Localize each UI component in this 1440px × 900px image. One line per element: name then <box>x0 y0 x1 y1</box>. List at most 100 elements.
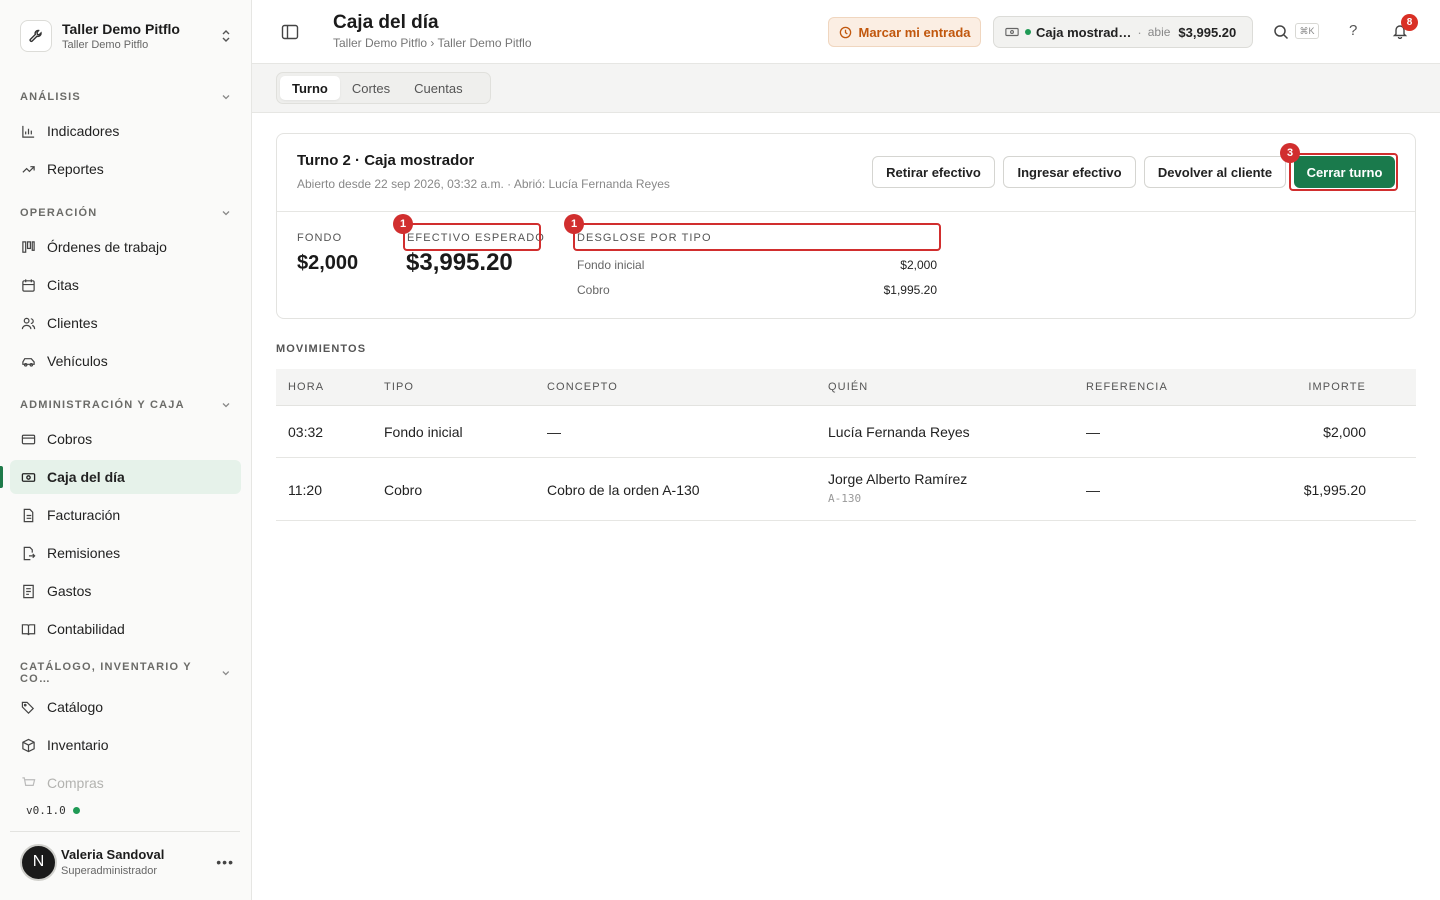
movements-table: HORA TIPO CONCEPTO QUIÉN REFERENCIA IMPO… <box>276 369 1416 521</box>
breakdown-row-value: $1,995.20 <box>883 283 937 297</box>
table-row[interactable]: 03:32 Fondo inicial — Lucía Fernanda Rey… <box>276 406 1416 458</box>
org-name: Taller Demo Pitflo <box>62 21 180 37</box>
shift-card: Turno 2 · Caja mostrador Abierto desde 2… <box>276 133 1416 319</box>
section-title: ANÁLISIS <box>20 91 81 103</box>
sidebar-item-contabilidad[interactable]: Contabilidad <box>10 612 241 646</box>
sidebar-item-compras[interactable]: Compras <box>10 766 241 800</box>
clock-in-label: Marcar mi entrada <box>858 24 971 40</box>
register-status: abie <box>1147 25 1171 39</box>
file-export-icon <box>20 545 36 561</box>
sidebar-item-caja-del-dia[interactable]: Caja del día <box>0 460 241 494</box>
breadcrumb: Taller Demo Pitflo › Taller Demo Pitflo <box>333 36 532 50</box>
help-icon[interactable]: ? <box>1349 22 1363 39</box>
column-header[interactable]: IMPORTE <box>1308 381 1366 393</box>
movements-title: MOVIMIENTOS <box>276 343 367 355</box>
sidebar-item-citas[interactable]: Citas <box>10 268 241 302</box>
sidebar-item-vehiculos[interactable]: Vehículos <box>10 344 241 378</box>
package-icon <box>20 737 36 753</box>
sidebar-toggle-icon[interactable] <box>281 23 299 41</box>
cell-quien-order-ref[interactable]: A-130 <box>828 492 861 505</box>
tab-turno[interactable]: Turno <box>280 76 340 100</box>
cell-referencia: — <box>1086 424 1100 440</box>
sidebar-item-label: Compras <box>47 775 104 791</box>
sidebar-item-gastos[interactable]: Gastos <box>10 574 241 608</box>
sidebar-item-label: Cobros <box>47 431 93 447</box>
tab-cuentas[interactable]: Cuentas <box>402 76 474 100</box>
deposit-cash-button[interactable]: Ingresar efectivo <box>1003 156 1136 188</box>
wrench-icon <box>20 20 52 52</box>
cell-concepto: Cobro de la orden A-130 <box>547 482 700 498</box>
cart-icon <box>20 775 36 791</box>
chevron-down-icon <box>222 95 230 100</box>
tab-bar: Turno Cortes Cuentas <box>276 72 491 104</box>
column-header[interactable]: REFERENCIA <box>1086 381 1168 393</box>
sidebar-item-reportes[interactable]: Reportes <box>10 152 241 186</box>
cell-importe: $1,995.20 <box>1303 482 1366 498</box>
sidebar-item-label: Catálogo <box>47 699 104 715</box>
app-version: v0.1.0 <box>26 804 80 817</box>
tab-cortes[interactable]: Cortes <box>340 76 402 100</box>
sidebar-item-facturacion[interactable]: Facturación <box>10 498 241 532</box>
fund-value: $2,000 <box>297 252 359 274</box>
user-role: Superadministrador <box>61 865 157 877</box>
section-operacion[interactable]: OPERACIÓN <box>20 205 232 221</box>
user-name: Valeria Sandoval <box>61 847 165 862</box>
user-menu[interactable]: N Valeria Sandoval Superadministrador ••… <box>20 843 242 881</box>
sidebar-item-catalogo[interactable]: Catálogo <box>10 690 241 724</box>
section-analisis[interactable]: ANÁLISIS <box>20 89 232 105</box>
section-administracion[interactable]: ADMINISTRACIÓN Y CAJA <box>20 397 232 413</box>
breakdown-row: Cobro $1,995.20 <box>577 283 937 297</box>
section-catalogo[interactable]: CATÁLOGO, INVENTARIO Y CO… <box>20 661 232 685</box>
table-row[interactable]: 11:20 Cobro Cobro de la orden A-130 Jorg… <box>276 458 1416 521</box>
sidebar-item-remisiones[interactable]: Remisiones <box>10 536 241 570</box>
refund-customer-button[interactable]: Devolver al cliente <box>1144 156 1286 188</box>
sidebar-item-label: Facturación <box>47 507 121 523</box>
clock-in-button[interactable]: Marcar mi entrada <box>828 17 981 47</box>
annotation-badge: 1 <box>393 214 413 234</box>
cell-hora: 03:32 <box>288 424 324 440</box>
receipt-icon <box>20 583 36 599</box>
register-amount: $3,995.20 <box>1178 24 1237 40</box>
sidebar-item-label: Vehículos <box>47 353 108 369</box>
sidebar-item-cobros[interactable]: Cobros <box>10 422 241 456</box>
cell-quien: Lucía Fernanda Reyes <box>828 424 970 440</box>
sidebar-item-label: Caja del día <box>47 469 125 485</box>
chevron-down-icon <box>222 671 230 676</box>
column-header[interactable]: CONCEPTO <box>547 381 618 393</box>
annotation-badge: 1 <box>564 214 584 234</box>
column-header[interactable]: HORA <box>288 381 324 393</box>
org-switcher[interactable]: Taller Demo Pitflo Taller Demo Pitflo <box>20 17 240 55</box>
column-header[interactable]: TIPO <box>384 381 414 393</box>
clock-icon <box>839 26 852 39</box>
more-horizontal-icon[interactable]: ••• <box>216 854 234 870</box>
page-title: Caja del día <box>333 12 439 33</box>
notification-count-badge: 8 <box>1401 14 1418 31</box>
bar-chart-icon <box>20 123 36 139</box>
search-icon[interactable] <box>1273 24 1289 40</box>
sidebar-item-label: Reportes <box>47 161 104 177</box>
trending-up-icon <box>20 161 36 177</box>
open-status-dot-icon <box>1025 29 1031 35</box>
file-text-icon <box>20 507 36 523</box>
close-shift-button[interactable]: Cerrar turno <box>1294 156 1395 188</box>
cell-tipo: Fondo inicial <box>384 424 463 440</box>
sidebar-item-clientes[interactable]: Clientes <box>10 306 241 340</box>
withdraw-cash-button[interactable]: Retirar efectivo <box>872 156 995 188</box>
sidebar-item-label: Indicadores <box>47 123 120 139</box>
column-header[interactable]: QUIÉN <box>828 381 868 393</box>
sidebar-item-label: Inventario <box>47 737 109 753</box>
version-label: v0.1.0 <box>26 804 66 817</box>
cell-hora: 11:20 <box>288 482 322 498</box>
section-title: CATÁLOGO, INVENTARIO Y CO… <box>20 661 192 685</box>
sidebar-item-ordenes[interactable]: Órdenes de trabajo <box>10 230 241 264</box>
sidebar-item-indicadores[interactable]: Indicadores <box>10 114 241 148</box>
credit-card-icon <box>20 431 36 447</box>
sidebar-item-inventario[interactable]: Inventario <box>10 728 241 762</box>
section-title: ADMINISTRACIÓN Y CAJA <box>20 399 185 411</box>
sidebar-item-label: Remisiones <box>47 545 121 561</box>
register-selector[interactable]: Caja mostrad… · abie $3,995.20 <box>993 16 1253 48</box>
shift-subtitle: Abierto desde 22 sep 2026, 03:32 a.m. · … <box>297 177 670 191</box>
cell-quien: Jorge Alberto Ramírez <box>828 471 968 487</box>
banknote-icon <box>1005 27 1019 37</box>
kanban-icon <box>20 239 36 255</box>
